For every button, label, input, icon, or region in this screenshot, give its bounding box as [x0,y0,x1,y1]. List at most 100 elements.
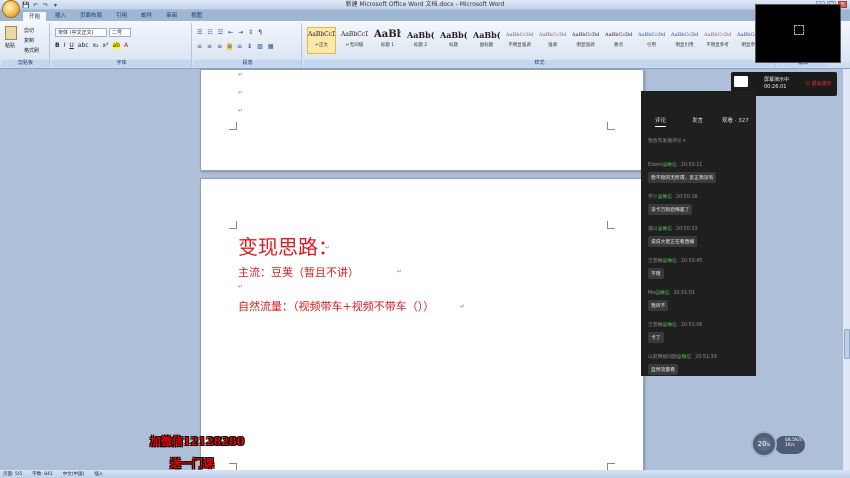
underline-icon[interactable]: U [69,42,73,49]
style-item[interactable]: AaBbCcDd ↵无间隔 [340,27,369,54]
paste-button[interactable]: 粘贴 [5,42,15,49]
tab-mailings[interactable]: 邮件 [135,11,158,21]
language-indicator[interactable]: 中文(中国) [63,471,85,477]
message-source: @微信 [662,259,677,264]
decrease-indent-icon[interactable]: ⇤ [228,29,233,36]
style-item[interactable]: AaBbCcDd ↵正文 [307,27,336,54]
page-current[interactable]: 变现思路： ↵ 主流：豆荚（暂且不讲） ↵ ↵ 自然流量：（视频带车+视频不带车… [200,178,644,478]
fullscreen-icon[interactable] [794,25,804,35]
tab-viewers[interactable]: 观看 · 327 [722,116,749,124]
numbering-icon[interactable]: ☷ [207,29,212,36]
strikethrough-icon[interactable]: abc [78,42,89,49]
paste-icon[interactable] [5,26,17,40]
cut-button[interactable]: 剪切 [24,27,34,34]
tab-review[interactable]: 审阅 [160,11,183,21]
shading-icon[interactable]: ▧ [257,43,263,50]
show-marks-icon[interactable]: ¶ [258,29,262,36]
font-color-icon[interactable]: A [124,42,128,49]
undo-icon[interactable]: ↶ [32,2,39,9]
paragraph-mark: ↵ [460,303,466,310]
multilevel-list-icon[interactable]: ☲ [218,29,223,36]
exit-presentation-button[interactable]: ⏻ 退出演示 [806,80,832,87]
message-source: @微信 [662,163,677,168]
recording-label: 屏幕演示中 [764,77,790,83]
word-count[interactable]: 字数: 841 [32,471,53,477]
message-bubble: 稳不稳的无所谓，反正我没有 [648,172,717,183]
message-source: @微信 [657,195,673,200]
style-item[interactable]: AaBb(标题 [439,27,468,54]
page-count[interactable]: 页面: 5/5 [3,471,22,477]
scroll-thumb[interactable] [844,329,850,359]
style-item[interactable]: AaBb 标题 1 [373,27,402,54]
style-item[interactable]: AaBbCcDd 引用 [637,27,666,54]
insert-mode[interactable]: 插入 [94,471,103,477]
style-item[interactable]: AaBbCcDd 不明显强调 [505,27,534,54]
align-buttons: ≡ ≡ ≡ ≡ ≡ ↨ ▧ ▦ [197,43,274,50]
align-left-icon[interactable]: ≡ [197,43,202,50]
ribbon: 粘贴 剪切 复制 格式刷 剪贴板 宋体 (中文正文) 二号 BIU abc x₂… [0,21,850,69]
align-center-icon[interactable]: ≡ [207,43,212,50]
doc-line-2[interactable]: 自然流量：（视频带车+视频不带车（）） [238,298,434,314]
bold-icon[interactable]: B [55,42,60,49]
style-sample: AaBb( [473,30,500,40]
message-source: @微信 [662,323,677,328]
tab-send[interactable]: 发言 [692,116,703,124]
doc-heading[interactable]: 变现思路： [238,231,338,260]
message-source: @微信 [657,227,673,232]
message-time: 20:50:16 [676,195,698,200]
style-sample: AaBbCcDd [341,31,368,38]
tab-view[interactable]: 视图 [185,11,208,21]
sort-icon[interactable]: ↕ [248,29,253,36]
message-user: 以前网络问题 [648,355,677,360]
ribbon-tabs: 开始 插入 页面布局 引用 邮件 审阅 视图 [22,10,208,21]
format-painter-button[interactable]: 格式刷 [24,47,39,54]
style-item[interactable]: AaBbCcDd 明显强调 [571,27,600,54]
subscript-icon[interactable]: x₂ [93,42,99,49]
exit-presentation-label: 退出演示 [811,81,832,87]
save-icon[interactable]: 💾 [22,2,29,9]
page-previous[interactable]: ↵ ↵ ↵ [200,69,644,171]
tab-comments[interactable]: 评论 [655,116,667,127]
line-spacing-icon[interactable]: ↨ [247,43,252,50]
style-item[interactable]: AaBbCcDd 要点 [604,27,633,54]
borders-icon[interactable]: ▦ [268,43,274,50]
distributed-icon[interactable]: ≡ [237,43,242,50]
message-source: @微信 [676,355,692,360]
vertical-scrollbar[interactable] [842,69,850,470]
font-family-select[interactable]: 宋体 (中文正文) [55,28,107,37]
tab-references[interactable]: 引用 [110,11,133,21]
highlight-icon[interactable]: ab [112,42,120,49]
italic-icon[interactable]: I [64,42,66,49]
message-bubble: 卡了 [648,332,664,343]
font-size-select[interactable]: 二号 [109,28,131,37]
style-name: 要点 [614,43,623,48]
superscript-icon[interactable]: x² [103,42,109,49]
status-bar: 页面: 5/5 字数: 841 中文(中国) 插入 [0,470,850,478]
align-right-icon[interactable]: ≡ [217,43,222,50]
tab-page-layout[interactable]: 页面布局 [74,11,108,21]
style-item[interactable]: AaBb(标题 2 [406,27,435,54]
style-item[interactable]: AaBb(副标题 [472,27,501,54]
bullets-icon[interactable]: ☰ [197,29,202,36]
office-button[interactable] [2,0,20,18]
styles-group: 样式 AaBbCcDd ↵正文 AaBbCcDd ↵无间隔 AaBb 标题 1 AaBb(标… [304,23,776,67]
style-name: 标题 1 [380,43,395,48]
message-bubble: 不错 [648,268,664,279]
copy-button[interactable]: 复制 [24,37,34,44]
camera-preview[interactable] [755,4,841,63]
comment-filter[interactable]: 我会写发播评论 ▾ [648,137,686,144]
doc-line-1[interactable]: 主流：豆荚（暂且不讲） [238,264,359,280]
style-sample: AaBb( [440,30,467,40]
tab-insert[interactable]: 插入 [49,11,72,21]
redo-icon[interactable]: ↷ [42,2,49,9]
tab-home[interactable]: 开始 [22,11,48,21]
justify-icon[interactable]: ≡ [227,43,233,50]
style-item[interactable]: AaBbCcDd 强调 [538,27,567,54]
style-sample: AaBb [374,29,401,40]
style-item[interactable]: AaBbCcDd 不明显参考 [703,27,732,54]
customize-qat-icon[interactable]: ▾ [52,2,59,9]
style-item[interactable]: AaBbCcDd 明显引用 [670,27,699,54]
increase-indent-icon[interactable]: ⇥ [238,29,243,36]
style-sample: AaBbCcDd [605,32,632,38]
speed-meter[interactable]: 20% [751,431,777,457]
